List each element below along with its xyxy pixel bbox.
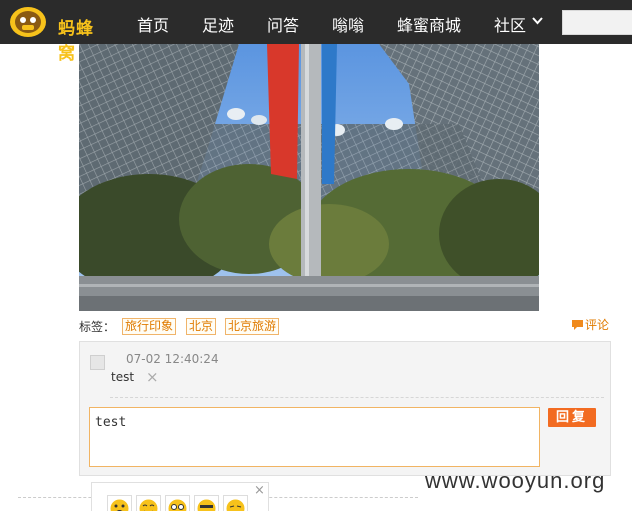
- chevron-down-icon[interactable]: [532, 16, 543, 26]
- search-input[interactable]: [562, 10, 632, 35]
- nav-wengweng[interactable]: 嗡嗡: [332, 12, 364, 36]
- emoji-popup: ×: [91, 482, 269, 511]
- tags-label: 标签：: [79, 320, 116, 334]
- site-logo[interactable]: 蚂蜂窝: [8, 5, 104, 64]
- reply-button[interactable]: 回复: [548, 408, 596, 427]
- travel-photo: [79, 44, 539, 311]
- emoji-icon[interactable]: [165, 495, 190, 511]
- comment-panel: 07-02 12:40:24 test × test 回复: [79, 341, 611, 476]
- tag-travel-impression[interactable]: 旅行印象: [122, 318, 177, 335]
- nav-footprint[interactable]: 足迹: [202, 12, 234, 36]
- nav-qa[interactable]: 问答: [267, 12, 299, 36]
- comment-divider: [110, 397, 604, 398]
- tag-beijing-travel[interactable]: 北京旅游: [225, 318, 280, 335]
- close-icon[interactable]: ×: [254, 483, 265, 498]
- speech-bubble-icon: [572, 320, 583, 330]
- watermark: www.wooyun.org: [425, 468, 606, 493]
- top-nav: 蚂蜂窝 首页 足迹 问答 嗡嗡 蜂蜜商城 社区: [0, 0, 632, 64]
- tag-beijing[interactable]: 北京: [186, 318, 217, 335]
- avatar[interactable]: [90, 355, 105, 370]
- emoji-icon[interactable]: [107, 495, 132, 511]
- emoji-icon[interactable]: [136, 495, 161, 511]
- comment-link[interactable]: 评论: [571, 316, 609, 333]
- nav-community[interactable]: 社区: [494, 12, 526, 36]
- emoji-icon[interactable]: [194, 495, 219, 511]
- nav-mall[interactable]: 蜂蜜商城: [397, 12, 461, 36]
- comment-time: 07-02 12:40:24: [126, 352, 219, 366]
- comment-link-label: 评论: [585, 318, 610, 332]
- reply-input[interactable]: test: [89, 407, 540, 467]
- nav-home[interactable]: 首页: [137, 12, 169, 36]
- delete-comment-icon[interactable]: ×: [146, 368, 159, 386]
- emoji-icon[interactable]: [223, 495, 248, 511]
- comment-text: test: [111, 370, 135, 384]
